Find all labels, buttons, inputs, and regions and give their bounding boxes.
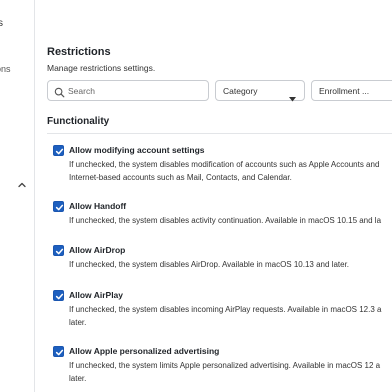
enrollment-select-label: Enrollment ... xyxy=(319,86,370,96)
category-select-label: Category xyxy=(223,86,258,96)
page-title: Restrictions xyxy=(47,46,111,58)
item-label[interactable]: Allow Handoff xyxy=(69,201,126,211)
search-icon xyxy=(54,85,65,98)
item-description: If unchecked, the system limits Apple pe… xyxy=(69,361,381,383)
sidebar-divider xyxy=(34,0,35,392)
chevron-up-icon[interactable] xyxy=(17,176,27,188)
item-description: If unchecked, the system disables modifi… xyxy=(69,160,380,182)
item-label[interactable]: Allow modifying account settings xyxy=(69,145,205,155)
item-description: If unchecked, the system disables activi… xyxy=(69,216,382,225)
main-content: Restrictions Manage restrictions setting… xyxy=(47,0,392,392)
item-label[interactable]: Allow Apple personalized advertising xyxy=(69,346,219,356)
checkbox[interactable] xyxy=(53,201,64,212)
caret-down-icon xyxy=(289,89,296,102)
search-input[interactable] xyxy=(68,81,206,100)
section-divider xyxy=(47,133,392,134)
sidebar-header-fragment: s xyxy=(0,18,3,29)
category-select[interactable]: Category xyxy=(215,80,305,102)
item-label[interactable]: Allow AirPlay xyxy=(69,290,123,300)
sidebar-item-fragment[interactable]: ons xyxy=(0,64,11,74)
sidebar: s ons xyxy=(0,0,34,392)
item-description: If unchecked, the system disables AirDro… xyxy=(69,260,350,269)
checkbox[interactable] xyxy=(53,245,64,256)
enrollment-select[interactable]: Enrollment ... xyxy=(311,80,392,101)
item-description: If unchecked, the system disables incomi… xyxy=(69,305,382,327)
item-label[interactable]: Allow AirDrop xyxy=(69,245,125,255)
checkbox[interactable] xyxy=(53,346,64,357)
page-subtitle: Manage restrictions settings. xyxy=(47,63,156,73)
checkbox[interactable] xyxy=(53,290,64,301)
section-title: Functionality xyxy=(47,116,110,127)
search-box[interactable] xyxy=(47,80,209,101)
checkbox[interactable] xyxy=(53,145,64,156)
